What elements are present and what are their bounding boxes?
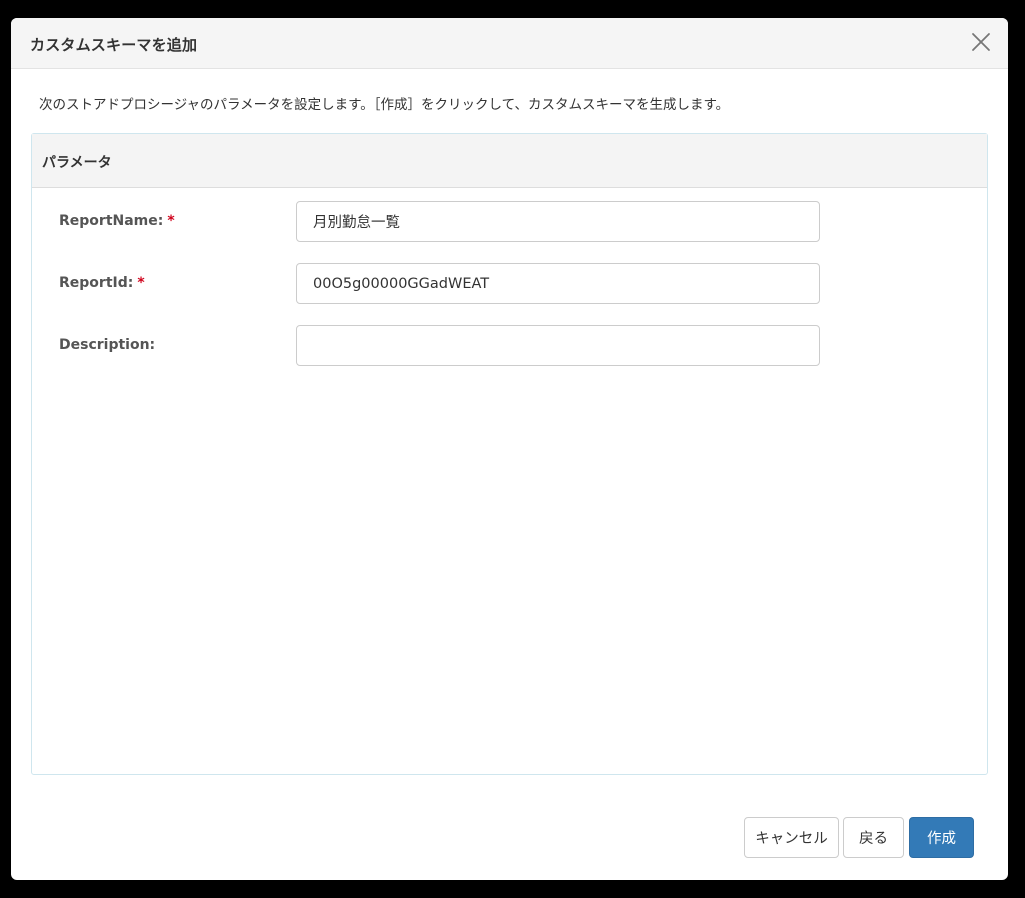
dialog-header: カスタムスキーマを追加 [11,18,1008,69]
description-label: Description: [59,337,155,353]
required-marker: * [167,213,175,229]
dialog-title: カスタムスキーマを追加 [30,36,198,54]
required-marker: * [137,275,145,291]
panel-title: パラメータ [42,155,112,171]
create-button[interactable]: 作成 [909,817,974,858]
parameters-panel: パラメータ ReportName:* ReportId:* Descriptio… [31,133,988,775]
close-button[interactable] [969,30,993,54]
cancel-button[interactable]: キャンセル [744,817,839,858]
add-custom-schema-dialog: カスタムスキーマを追加 次のストアドプロシージャのパラメータを設定します。［作成… [11,18,1008,880]
report-name-label-text: ReportName: [59,213,164,229]
report-id-label: ReportId: * [59,275,145,291]
close-icon [972,33,990,51]
report-id-input[interactable] [296,263,820,304]
description-input[interactable] [296,325,820,366]
dialog-description: 次のストアドプロシージャのパラメータを設定します。［作成］をクリックして、カスタ… [39,97,730,113]
report-id-label-text: ReportId: [59,275,134,291]
report-name-input[interactable] [296,201,820,242]
report-name-label: ReportName: * [59,213,175,229]
description-label-text: Description: [59,337,156,353]
panel-header: パラメータ [32,134,987,188]
back-button[interactable]: 戻る [843,817,904,858]
